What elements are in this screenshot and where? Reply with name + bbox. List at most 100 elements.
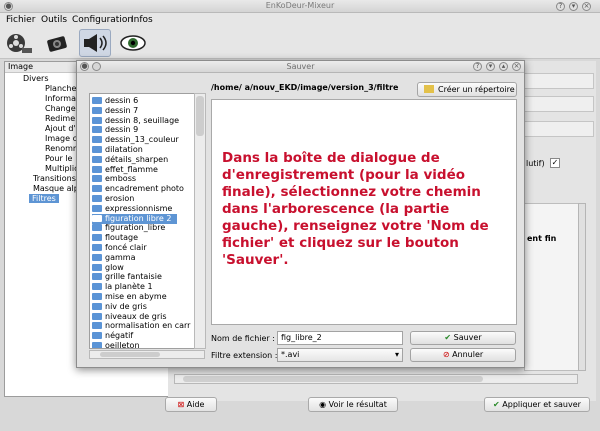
chevron-down-icon: ▾ bbox=[394, 350, 399, 359]
create-directory-button[interactable]: Créer un répertoire bbox=[417, 82, 517, 97]
dialog-titlebar: ● Sauver ? ▾ ▴ × bbox=[77, 61, 524, 73]
folder-icon bbox=[92, 195, 102, 202]
folder-item[interactable]: dessin_13_couleur bbox=[92, 135, 179, 145]
audio-tool-button[interactable] bbox=[79, 29, 111, 57]
dialog-title: Sauver bbox=[286, 62, 315, 71]
cancel-icon: ⊘ bbox=[442, 350, 450, 359]
image-tool-button[interactable] bbox=[41, 29, 73, 57]
help-icon[interactable]: ? bbox=[556, 2, 565, 11]
menu-outils[interactable]: Outils bbox=[41, 15, 67, 25]
side-scrollbar[interactable] bbox=[578, 203, 586, 371]
folder-icon bbox=[92, 185, 102, 193]
folder-item[interactable]: dessin 8, seuillage bbox=[92, 116, 179, 126]
folder-item[interactable]: gamma bbox=[92, 253, 135, 263]
tree-item[interactable]: Divers bbox=[23, 74, 49, 83]
folder-label: dilatation bbox=[105, 145, 143, 154]
filename-input[interactable]: fig_libre_2 bbox=[277, 331, 403, 345]
folder-item-selected[interactable]: figuration libre 2 bbox=[92, 213, 178, 224]
folder-icon bbox=[92, 244, 102, 251]
menu-configuration[interactable]: Configuration bbox=[72, 15, 133, 25]
folder-item[interactable]: floutage bbox=[92, 233, 138, 243]
window-titlebar: ● EnKoDeur-Mixeur ? ▾ × bbox=[0, 0, 600, 13]
extension-filter-select[interactable]: *.avi ▾ bbox=[277, 348, 403, 362]
film-reel-icon bbox=[7, 34, 32, 53]
folder-item[interactable]: normalisation en carr bbox=[92, 321, 190, 331]
folder-item[interactable]: encadrement photo bbox=[92, 184, 184, 194]
camera-icon bbox=[47, 36, 67, 52]
scroll-thumb[interactable] bbox=[196, 96, 204, 136]
hscroll-thumb[interactable] bbox=[100, 352, 160, 357]
dialog-help-icon[interactable]: ? bbox=[473, 62, 482, 71]
menu-fichier[interactable]: Fichier bbox=[6, 15, 35, 25]
preview-tool-button[interactable] bbox=[117, 29, 149, 57]
scroll-thumb[interactable] bbox=[183, 376, 483, 382]
folder-item[interactable]: mise en abyme bbox=[92, 292, 167, 302]
folder-label: glow bbox=[105, 262, 124, 272]
view-result-button[interactable]: ◉ Voir le résultat bbox=[308, 397, 398, 412]
folder-list-scrollbar[interactable] bbox=[194, 93, 206, 349]
tree-item[interactable]: Masque alp bbox=[33, 184, 79, 193]
folder-list[interactable]: dessin 6 dessin 7 dessin 8, seuillage dessi… bbox=[89, 93, 205, 349]
minimize-icon[interactable]: ▾ bbox=[569, 2, 578, 11]
tree-item[interactable]: Image c bbox=[45, 134, 77, 143]
folder-item[interactable]: expressionnisme bbox=[92, 204, 172, 214]
folder-item[interactable]: oeilleton bbox=[92, 341, 140, 348]
right-field bbox=[524, 96, 594, 112]
tree-item[interactable]: Ajout d' bbox=[45, 124, 76, 133]
folder-icon bbox=[92, 332, 102, 340]
folder-icon bbox=[92, 126, 102, 134]
apply-save-button[interactable]: ✔ Appliquer et sauver bbox=[484, 397, 590, 412]
tree-item[interactable]: Change bbox=[45, 104, 76, 113]
folder-item[interactable]: glow bbox=[92, 263, 124, 273]
dialog-maximize-icon[interactable]: ▴ bbox=[499, 62, 508, 71]
cancel-button[interactable]: ⊘ Annuler bbox=[410, 348, 516, 362]
folder-item[interactable]: niv de gris bbox=[92, 302, 147, 312]
dialog-close-icon[interactable]: × bbox=[512, 62, 521, 71]
bottom-scrollbar[interactable] bbox=[174, 374, 578, 384]
folder-item[interactable]: foncé clair bbox=[92, 243, 147, 253]
tree-item[interactable]: Pour le bbox=[45, 154, 72, 163]
extension-filter-value: *.avi bbox=[281, 350, 300, 359]
folder-list-hscrollbar[interactable] bbox=[89, 350, 205, 359]
folder-icon bbox=[92, 136, 102, 144]
folder-item[interactable]: emboss bbox=[92, 174, 136, 184]
folder-item[interactable]: erosion bbox=[92, 194, 134, 204]
folder-item[interactable]: négatif bbox=[92, 331, 133, 341]
dialog-minimize-icon[interactable]: ▾ bbox=[486, 62, 495, 71]
tree-item-selected[interactable]: Filtres bbox=[29, 194, 59, 203]
folder-item[interactable]: dessin 9 bbox=[92, 125, 138, 135]
folder-label: détails_sharpen bbox=[105, 154, 169, 164]
right-field bbox=[524, 121, 594, 137]
tree-item[interactable]: Planche bbox=[45, 84, 76, 93]
menu-infos[interactable]: Infos bbox=[131, 15, 153, 25]
tree-item[interactable]: Redime bbox=[45, 114, 75, 123]
close-icon[interactable]: × bbox=[582, 2, 591, 11]
save-button[interactable]: ✔ Sauver bbox=[410, 331, 516, 345]
tree-item[interactable]: Transitions bbox=[33, 174, 76, 183]
folder-item[interactable]: niveaux de gris bbox=[92, 312, 167, 322]
tree-item[interactable]: Informa bbox=[45, 94, 76, 103]
folder-item[interactable]: dilatation bbox=[92, 145, 143, 155]
file-preview-area: Dans la boîte de dialogue de d'enregistr… bbox=[211, 99, 517, 325]
folder-item[interactable]: figuration_libre bbox=[92, 223, 165, 233]
folder-label: grille fantaisie bbox=[105, 272, 162, 282]
option-checkbox[interactable]: ✓ bbox=[550, 158, 560, 168]
help-label: Aide bbox=[186, 400, 205, 409]
folder-icon bbox=[92, 263, 102, 271]
folder-item[interactable]: dessin 7 bbox=[92, 106, 138, 116]
folder-item[interactable]: détails_sharpen bbox=[92, 155, 168, 165]
tree-item[interactable]: Multiplic bbox=[45, 164, 78, 173]
folder-label: normalisation en carr bbox=[105, 321, 191, 331]
folder-icon bbox=[92, 312, 102, 320]
folder-label: niveaux de gris bbox=[105, 311, 167, 321]
video-tool-button[interactable] bbox=[3, 29, 35, 57]
folder-label: expressionnisme bbox=[105, 203, 173, 213]
help-button[interactable]: ⊠ Aide bbox=[165, 397, 217, 412]
folder-icon bbox=[92, 214, 102, 222]
folder-icon bbox=[92, 302, 102, 310]
folder-item[interactable]: effet_flamme bbox=[92, 165, 158, 175]
folder-item[interactable]: dessin 6 bbox=[92, 96, 138, 106]
folder-item[interactable]: grille fantaisie bbox=[92, 272, 162, 282]
folder-label: foncé clair bbox=[105, 243, 147, 252]
folder-item[interactable]: la planète 1 bbox=[92, 282, 153, 292]
